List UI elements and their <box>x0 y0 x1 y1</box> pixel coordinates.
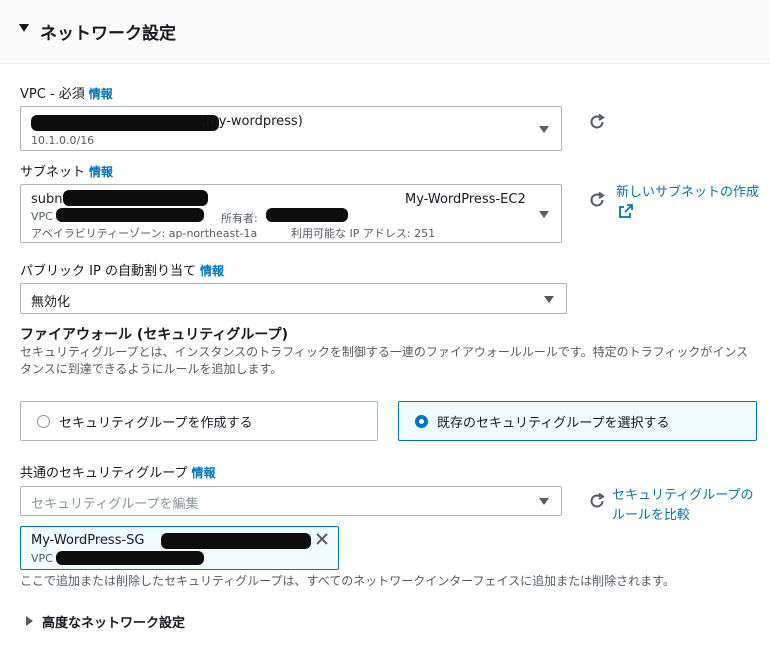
create-subnet-link[interactable]: 新しいサブネットの作成 <box>616 183 766 223</box>
security-group-placeholder: セキュリティグループを編集 <box>31 497 199 512</box>
redacted-subnet-vpc <box>56 208 204 222</box>
radio-button[interactable] <box>37 415 50 428</box>
radio-create-sg-label: セキュリティグループを作成する <box>59 416 253 431</box>
advanced-network-settings-toggle[interactable]: 高度なネットワーク設定 <box>26 612 226 632</box>
security-group-select[interactable]: セキュリティグループを編集 <box>20 486 562 516</box>
subnet-select[interactable]: subnet My-WordPress-EC2 VPC 所有者: アベイラビリテ… <box>20 184 562 243</box>
chevron-down-icon <box>539 126 549 133</box>
vpc-label: VPC - 必須 <box>20 87 85 102</box>
redacted-subnet-id <box>63 190 208 206</box>
advanced-title: 高度なネットワーク設定 <box>42 616 186 631</box>
refresh-icon[interactable] <box>587 190 607 210</box>
radio-existing-sg[interactable]: 既存のセキュリティグループを選択する <box>398 401 757 441</box>
vpc-cidr: 10.1.0.0/16 <box>31 134 95 147</box>
radio-create-sg[interactable]: セキュリティグループを作成する <box>20 401 378 441</box>
common-sg-label-row: 共通のセキュリティグループ 情報 <box>20 462 215 481</box>
vpc-label-row: VPC - 必須 情報 <box>20 83 113 102</box>
security-group-note: ここで追加または削除したセキュリティグループは、すべてのネットワークインターフェ… <box>20 574 675 588</box>
security-group-token: My-WordPress-SG VPC <box>20 526 339 570</box>
redacted-token-vpc <box>56 551 204 565</box>
compare-rules-link[interactable]: セキュリティグループのルールを比較 <box>612 486 762 526</box>
subnet-available-ip: 利用可能な IP アドレス: 251 <box>291 227 436 240</box>
public-ip-select[interactable]: 無効化 <box>20 283 567 314</box>
radio-button-selected[interactable] <box>415 415 428 428</box>
chevron-down-icon <box>544 296 554 303</box>
subnet-name: My-WordPress-EC2 <box>405 192 526 207</box>
subnet-vpc-prefix: VPC <box>31 210 53 223</box>
redacted-owner <box>266 208 348 222</box>
refresh-icon[interactable] <box>587 491 607 511</box>
caret-down-icon <box>19 24 29 32</box>
subnet-az: アベイラビリティーゾーン: ap-northeast-1a <box>31 227 258 240</box>
vpc-select[interactable]: (my-wordpress) 10.1.0.0/16 <box>20 106 562 151</box>
redacted-vpc-id <box>31 115 219 131</box>
firewall-description: セキュリティグループとは、インスタンスのトラフィックを制御する一連のファイアウォ… <box>20 345 749 376</box>
redacted-sg-id <box>161 533 311 549</box>
caret-right-icon <box>26 616 33 626</box>
subnet-info-link[interactable]: 情報 <box>89 165 113 179</box>
public-ip-label: パブリック IP の自動割り当て <box>20 264 196 279</box>
firewall-title: ファイアウォール (セキュリティグループ) <box>20 327 288 343</box>
subnet-owner-label: 所有者: <box>221 212 258 225</box>
common-sg-info-link[interactable]: 情報 <box>191 466 215 480</box>
network-settings-header[interactable]: ネットワーク設定 <box>0 0 770 64</box>
vpc-name: (my-wordpress) <box>201 114 303 129</box>
refresh-icon[interactable] <box>587 112 607 132</box>
chevron-down-icon <box>539 211 549 218</box>
public-ip-label-row: パブリック IP の自動割り当て 情報 <box>20 260 224 279</box>
create-subnet-link-text: 新しいサブネットの作成 <box>616 185 760 200</box>
subnet-label: サブネット <box>20 165 86 180</box>
chevron-down-icon <box>539 498 549 505</box>
radio-existing-sg-label: 既存のセキュリティグループを選択する <box>437 416 670 431</box>
common-sg-label: 共通のセキュリティグループ <box>20 466 188 481</box>
section-title: ネットワーク設定 <box>40 24 176 44</box>
subnet-label-row: サブネット 情報 <box>20 161 113 180</box>
token-sg-name: My-WordPress-SG <box>31 533 145 548</box>
public-ip-info-link[interactable]: 情報 <box>200 264 224 278</box>
vpc-info-link[interactable]: 情報 <box>89 87 113 101</box>
close-icon[interactable] <box>314 531 330 547</box>
public-ip-value: 無効化 <box>31 295 71 310</box>
external-link-icon <box>619 204 633 218</box>
token-vpc-prefix: VPC <box>31 552 53 565</box>
